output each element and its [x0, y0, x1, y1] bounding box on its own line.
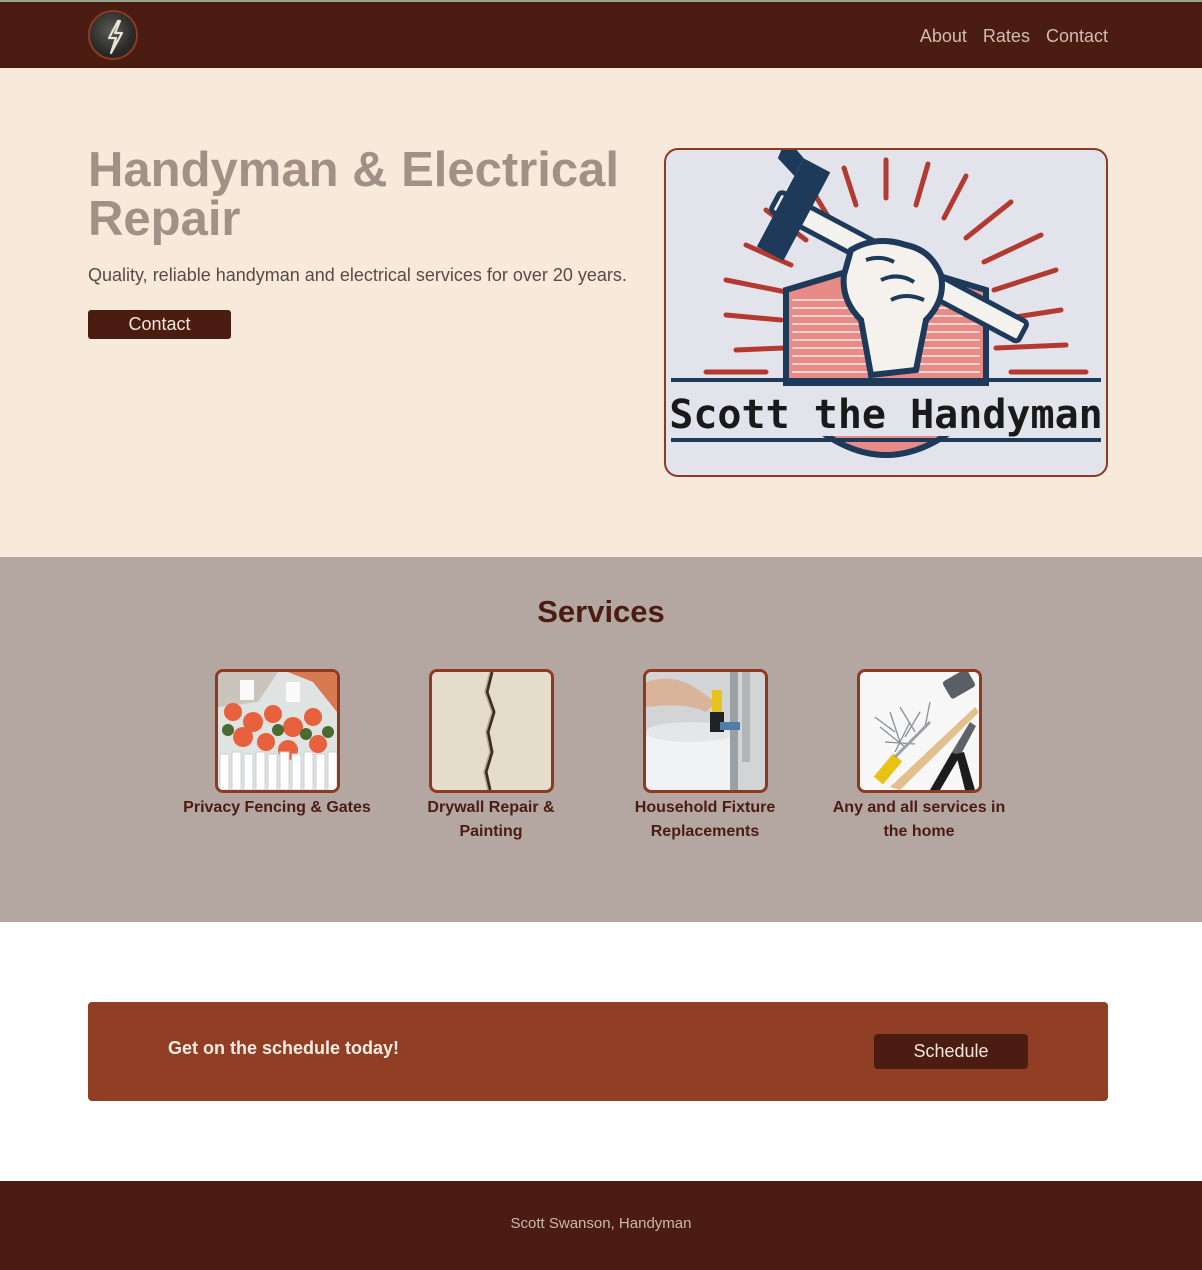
services-section: Services Privacy Fencing & Gates Drywall… [0, 557, 1202, 922]
nav-link-rates[interactable]: Rates [983, 24, 1030, 48]
nav-links: About Rates Contact [920, 24, 1108, 48]
service-card-all-services[interactable]: Any and all services in the home [824, 669, 1014, 844]
service-image-fixtures [642, 669, 768, 793]
footer: Scott Swanson, Handyman [0, 1181, 1202, 1270]
site-logo[interactable] [88, 10, 138, 60]
schedule-button[interactable]: Schedule [874, 1034, 1028, 1069]
handyman-logo-illustration: Scott the Handyman [669, 150, 1103, 458]
service-label: Any and all services in the home [832, 799, 1006, 840]
service-card-fixtures[interactable]: Household Fixture Replacements [610, 669, 800, 844]
hero-subtitle: Quality, reliable handyman and electrica… [88, 265, 627, 285]
hero-section: Handyman & Electrical Repair Quality, re… [0, 68, 1202, 557]
service-image-drywall [428, 669, 554, 793]
nav-link-about[interactable]: About [920, 24, 967, 48]
cta-text: Get on the schedule today! [168, 1038, 400, 1058]
services-title: Services [537, 594, 665, 629]
nav-link-contact[interactable]: Contact [1046, 24, 1108, 48]
service-card-fencing[interactable]: Privacy Fencing & Gates [182, 669, 372, 820]
hero-contact-button[interactable]: Contact [88, 310, 231, 339]
service-label: Privacy Fencing & Gates [183, 799, 371, 816]
service-image-fencing [214, 669, 340, 793]
lightning-bolt-icon [107, 19, 124, 55]
schedule-cta-banner: Get on the schedule today! Schedule [88, 1002, 1108, 1101]
service-label: Household Fixture Replacements [634, 799, 776, 840]
navbar: About Rates Contact [0, 2, 1202, 68]
hero-logo-image: Scott the Handyman [664, 148, 1108, 477]
service-card-drywall[interactable]: Drywall Repair & Painting [396, 669, 586, 844]
service-label: Drywall Repair & Painting [427, 799, 555, 840]
service-image-tools [856, 669, 982, 793]
hero-title: Handyman & Electrical Repair [88, 143, 620, 246]
logo-text: Scott the Handyman [669, 392, 1102, 438]
footer-text: Scott Swanson, Handyman [510, 1215, 692, 1232]
